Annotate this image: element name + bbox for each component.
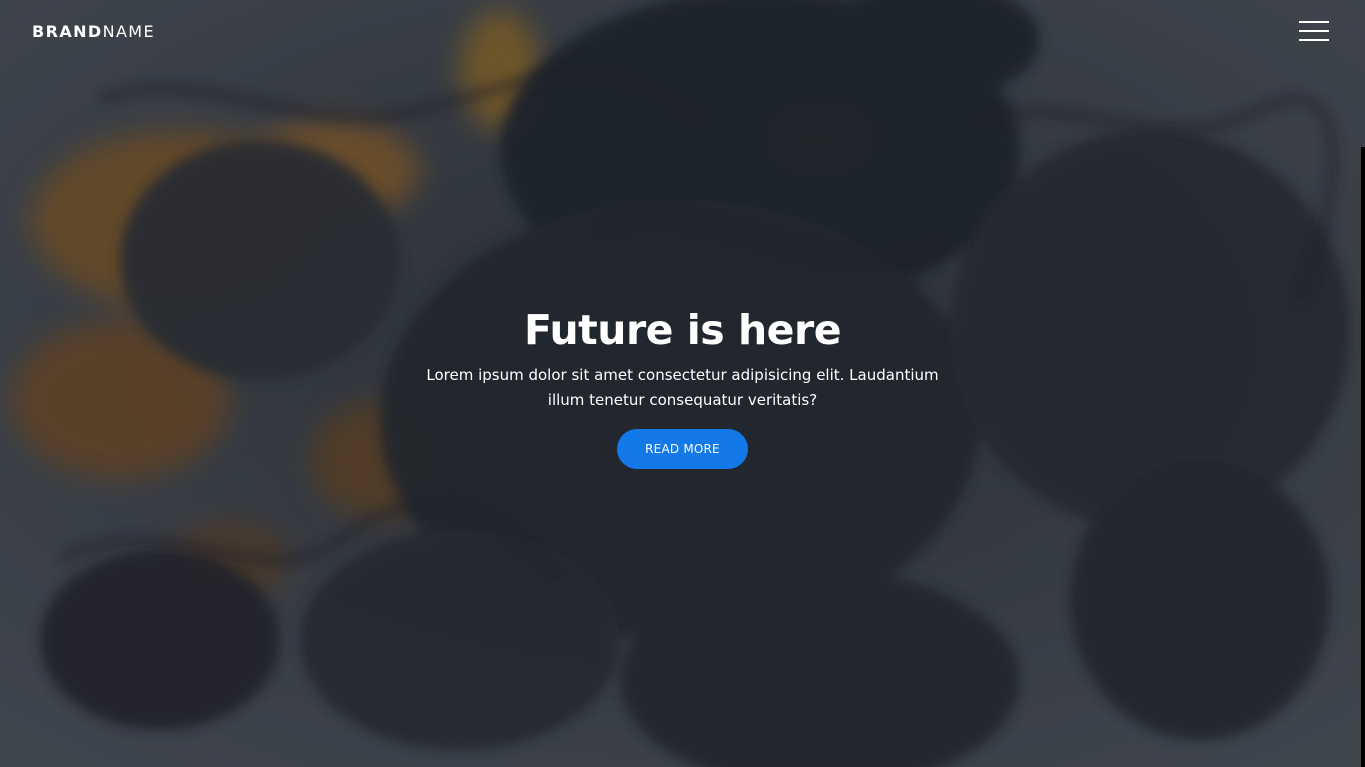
menu-bar-top [1299,21,1329,23]
hero-title: Future is here [524,306,842,354]
hamburger-menu-icon[interactable] [1296,18,1330,46]
menu-bar-middle [1299,30,1329,32]
navbar: BRANDNAME [0,0,1365,64]
hero-description: Lorem ipsum dolor sit amet consectetur a… [426,366,939,409]
brand-bold-text: BRAND [32,22,103,41]
hero-content: Future is here Lorem ipsum dolor sit ame… [0,300,1365,469]
brand-logo[interactable]: BRANDNAME [32,21,155,43]
hero-section: BRANDNAME Future is here Lorem ipsum dol… [0,0,1365,767]
brand-light-text: NAME [102,22,156,41]
menu-bar-bottom [1299,39,1329,41]
read-more-button[interactable]: READ MORE [617,429,748,469]
